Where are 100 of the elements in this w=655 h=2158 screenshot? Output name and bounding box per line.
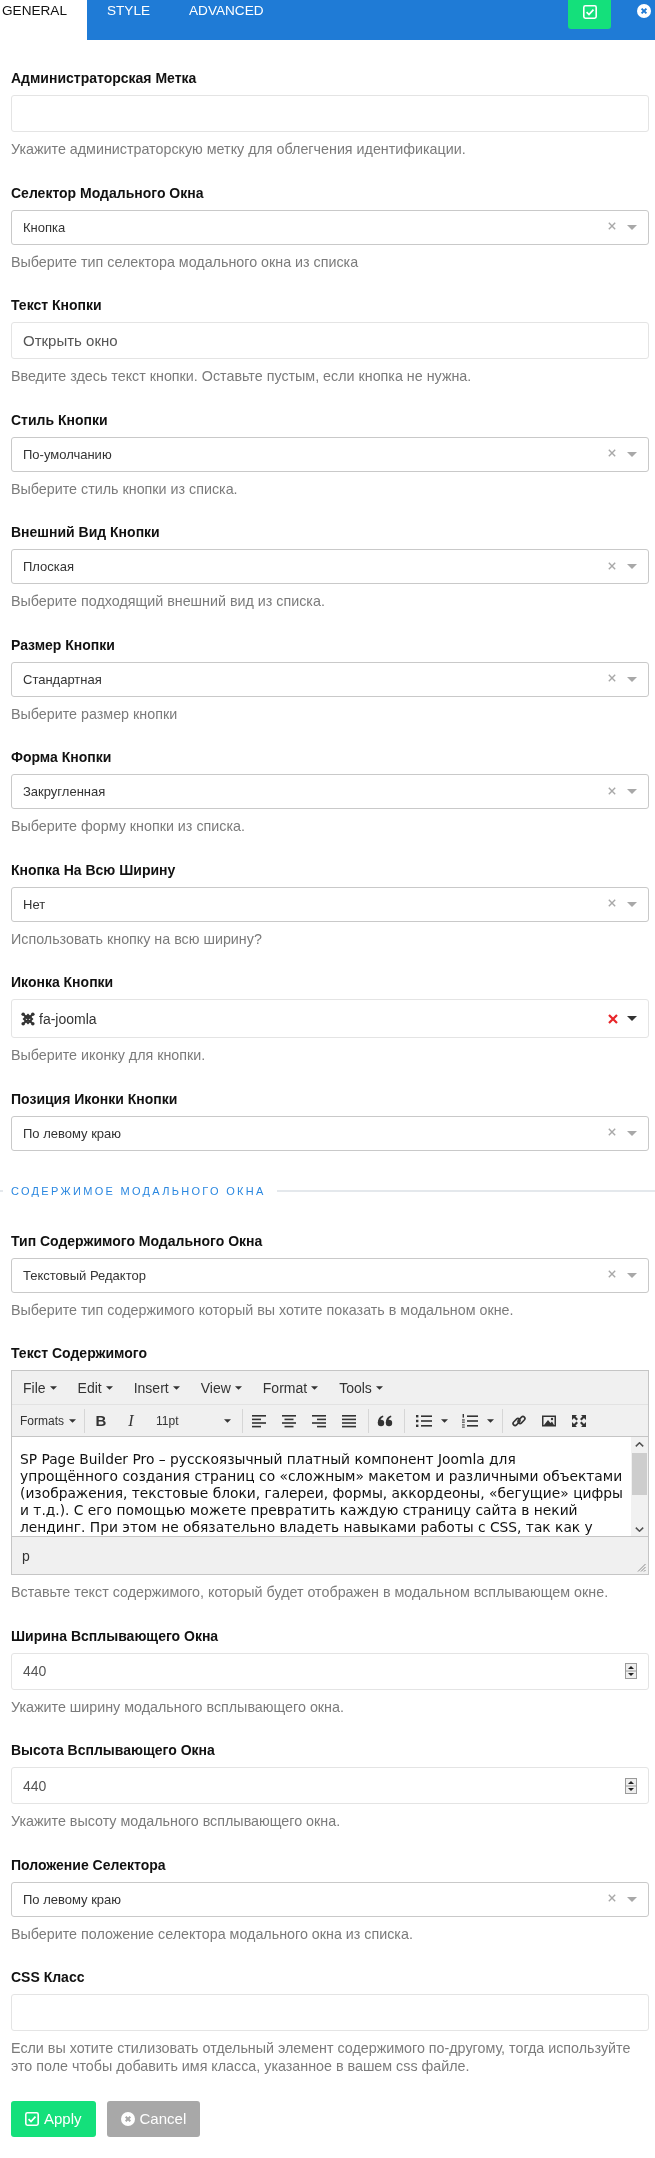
help-text: Выберите стиль кнопки из списка.	[11, 479, 239, 498]
help-text: Выберите подходящий внешний вид из списка.	[11, 592, 326, 610]
bold-button[interactable]: B	[86, 1407, 116, 1434]
select-field[interactable]: По левому краю	[11, 1115, 649, 1151]
menu-item[interactable]: View	[194, 1374, 248, 1401]
element-path[interactable]: p	[22, 1547, 30, 1564]
clear-icon[interactable]	[608, 674, 616, 682]
align-right-icon	[311, 1413, 327, 1428]
link-icon	[511, 1413, 527, 1428]
select-field[interactable]: Закругленная	[11, 774, 649, 809]
check-square-icon	[25, 2111, 39, 2126]
italic-button[interactable]: I	[116, 1407, 146, 1434]
menu-item[interactable]: Format	[256, 1374, 325, 1401]
help-text: Выберите положение селектора модального окна из списка.	[11, 1924, 414, 1943]
numbered-list-icon	[462, 1413, 478, 1428]
clear-icon[interactable]	[608, 1128, 616, 1136]
field-label: Высота Всплывающего Окна	[11, 1741, 216, 1759]
text-field[interactable]	[11, 95, 649, 132]
editor-text: SP Page Builder Pro – русскоязычный платный компонент Joomla для упрощённого создания страниц со «сложным» макетом и различными объектами (изображения, текстовые блоки, галереи, формы, аккордеоны, «бегущие» цифры и т.д.). С его помощью можете превратить каждую страницу сайта в некий лендинг. При этом не обязательно владеть навыками работы с CSS, так как у	[19, 1450, 624, 1536]
field-label: Текст Кнопки	[11, 296, 103, 314]
scroll-thumb[interactable]	[632, 1453, 647, 1495]
scrollbar[interactable]	[631, 1437, 648, 1536]
clear-icon[interactable]	[608, 1894, 616, 1902]
caret-icon	[69, 1418, 76, 1423]
caret-icon	[172, 1385, 180, 1390]
select-field[interactable]: Текстовый Редактор	[11, 1257, 649, 1293]
icon-select-field[interactable]: fa-joomla	[11, 999, 649, 1038]
caret-icon	[375, 1385, 383, 1390]
help-text: Укажите администраторскую метку для облегчения идентификации.	[11, 140, 467, 158]
field-label: Администраторская Метка	[11, 69, 198, 87]
help-text: Выберите тип селектора модального окна из списка	[11, 252, 360, 271]
menu-item[interactable]: Edit	[71, 1374, 119, 1401]
field-label: Селектор Модального Окна	[11, 183, 205, 202]
field-label: Ширина Всплывающего Окна	[11, 1626, 220, 1645]
tab[interactable]: STYLE	[86, 0, 170, 40]
select-field[interactable]: Нет	[11, 886, 649, 922]
help-text: Выберите тип содержимого который вы хотите показать в модальном окне.	[11, 1300, 515, 1319]
caret-icon	[224, 1418, 231, 1423]
field-label: Стиль Кнопки	[11, 410, 109, 429]
caret-icon	[627, 901, 637, 907]
spinner-icon[interactable]	[625, 1663, 637, 1679]
tab[interactable]: ADVANCED	[169, 0, 283, 40]
spinner-icon[interactable]	[625, 1777, 637, 1794]
tab[interactable]: GENERAL	[0, 0, 87, 40]
field-label: Иконка Кнопки	[11, 973, 115, 991]
caret-icon	[441, 1418, 448, 1423]
menu-item[interactable]: Tools	[333, 1374, 389, 1401]
clear-icon[interactable]	[608, 786, 616, 795]
logo-icon	[21, 1011, 35, 1026]
close-icon	[637, 4, 651, 18]
clear-icon[interactable]	[608, 1270, 616, 1278]
font-size-dropdown[interactable]: 11pt	[146, 1407, 238, 1434]
select-field[interactable]: Кнопка	[11, 209, 649, 245]
clear-icon[interactable]	[608, 1013, 618, 1024]
field-label: Кнопка На Всю Ширину	[11, 860, 177, 879]
number-field[interactable]: 440	[11, 1652, 649, 1690]
caret-icon	[627, 451, 637, 457]
clear-icon[interactable]	[608, 561, 616, 570]
caret-icon	[627, 1272, 637, 1278]
field-label: Текст Содержимого	[11, 1344, 148, 1362]
editor-content-area[interactable]	[12, 1437, 648, 1537]
help-text: Укажите высоту модального всплывающего окна.	[11, 1812, 342, 1830]
caret-icon	[234, 1385, 242, 1390]
field-label: Форма Кнопки	[11, 748, 113, 766]
quote-icon	[377, 1413, 393, 1428]
caret-icon	[105, 1385, 113, 1390]
clear-icon[interactable]	[608, 899, 616, 907]
help-text: Выберите иконку для кнопки.	[11, 1046, 207, 1064]
check-square-icon	[582, 5, 597, 19]
select-field[interactable]: Стандартная	[11, 661, 649, 697]
help-text: Укажите ширину модального всплывающего окна.	[11, 1697, 345, 1716]
clear-icon[interactable]	[608, 222, 616, 230]
fullscreen-icon	[571, 1413, 587, 1428]
help-text: Введите здесь текст кнопки. Оставьте пустым, если кнопка не нужна.	[11, 367, 473, 385]
help-text: Использовать кнопку на всю ширину?	[11, 929, 263, 948]
formats-dropdown[interactable]: Formats	[16, 1407, 80, 1434]
caret-icon	[627, 1016, 637, 1021]
field-label: Позиция Иконки Кнопки	[11, 1089, 179, 1108]
help-text: Выберите форму кнопки из списка.	[11, 817, 246, 835]
select-field[interactable]: По-умолчанию	[11, 436, 649, 472]
help-text: Если вы хотите стилизовать отдельный элемент содержимого по-другому, тогда используйте это поле чтобы добавить имя класса, указанное в вашем css файле.	[11, 2039, 632, 2075]
caret-icon	[487, 1418, 494, 1423]
resize-handle-icon[interactable]	[637, 1563, 646, 1572]
close-button[interactable]	[637, 4, 651, 18]
help-text: Выберите размер кнопки	[11, 704, 179, 723]
menu-item[interactable]: Insert	[127, 1374, 186, 1401]
caret-icon	[627, 676, 637, 682]
number-field[interactable]: 440	[11, 1767, 649, 1804]
align-left-icon	[251, 1413, 267, 1428]
text-field[interactable]	[11, 1994, 649, 2031]
menu-item[interactable]: File	[17, 1374, 63, 1401]
clear-icon[interactable]	[608, 449, 616, 457]
caret-icon	[627, 564, 637, 569]
select-field[interactable]: Плоская	[11, 549, 649, 584]
text-field[interactable]: Открыть окно	[11, 322, 649, 359]
help-text: Вставьте текст содержимого, который будет отображен в модальном всплывающем окне.	[11, 1583, 610, 1601]
align-center-icon	[281, 1413, 297, 1428]
bullet-list-icon	[416, 1413, 432, 1428]
select-field[interactable]: По левому краю	[11, 1881, 649, 1917]
caret-icon	[49, 1385, 57, 1390]
